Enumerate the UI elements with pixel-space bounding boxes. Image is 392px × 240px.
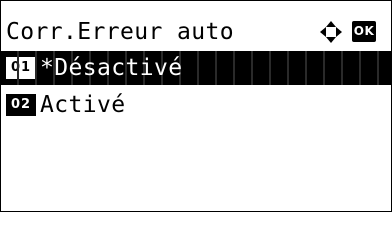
option-label: *Désactivé xyxy=(40,55,183,81)
option-label: Activé xyxy=(40,92,126,118)
option-desactive[interactable]: 01 *Désactivé xyxy=(1,51,391,85)
option-number-badge: 01 xyxy=(6,57,36,79)
option-number-badge: 02 xyxy=(6,94,36,116)
lcd-panel: Corr.Erreur auto OK 01 *Désactivé 02 Act… xyxy=(0,0,392,212)
option-active[interactable]: 02 Activé xyxy=(1,88,391,122)
ok-button-icon[interactable]: OK xyxy=(352,21,376,42)
header: Corr.Erreur auto OK xyxy=(6,17,386,47)
screen-title: Corr.Erreur auto xyxy=(6,19,234,45)
four-way-arrow-icon xyxy=(320,21,342,43)
